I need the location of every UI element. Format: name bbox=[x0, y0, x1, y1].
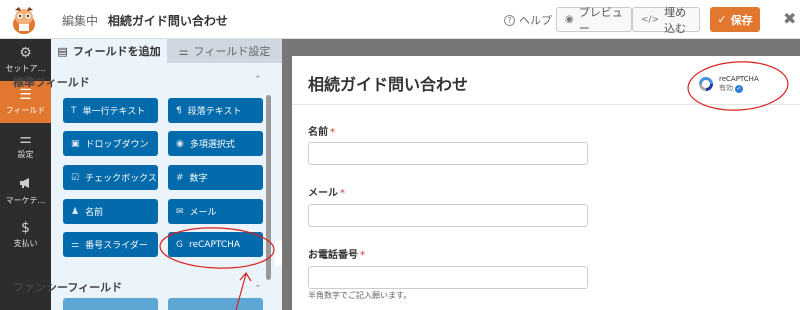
fancy-fields-heading[interactable]: ファンシーフィールド bbox=[13, 279, 122, 295]
field-button-numbers[interactable]: # 数字 bbox=[168, 165, 263, 190]
nav-label: フィールド bbox=[5, 106, 46, 115]
checkmark-icon: ✓ bbox=[735, 84, 743, 93]
embed-button[interactable]: </> 埋め込む bbox=[632, 6, 700, 35]
hash-icon: # bbox=[176, 172, 184, 183]
recaptcha-label: reCAPTCHA bbox=[719, 75, 759, 83]
paragraph-icon: ¶ bbox=[176, 105, 182, 116]
top-bar: 編集中 相続ガイド問い合わせ ? ヘルプ ◉ プレビュー </> 埋め込む ✓ … bbox=[0, 0, 800, 39]
label-text: 名前 bbox=[308, 127, 328, 138]
standard-fields-heading[interactable]: 標準フィールド bbox=[13, 74, 90, 90]
tab-add-fields[interactable]: ▤ フィールドを追加 bbox=[51, 39, 167, 63]
recaptcha-icon bbox=[699, 77, 713, 91]
fancy-field-button[interactable] bbox=[168, 298, 263, 310]
field-label-email[interactable]: メール * bbox=[308, 184, 345, 199]
tab-label: フィールド設定 bbox=[193, 45, 271, 58]
recaptcha-status: 有効 ✓ bbox=[719, 84, 759, 93]
label-text: メール bbox=[308, 188, 338, 199]
field-label: 段落テキスト bbox=[187, 107, 242, 117]
field-button-single-line-text[interactable]: T 単一行テキスト bbox=[63, 98, 158, 123]
phone-description: 半角数字でご記入願います。 bbox=[308, 291, 412, 300]
google-icon: G bbox=[176, 239, 183, 250]
dropdown-icon: ▣ bbox=[71, 138, 80, 149]
phone-input[interactable] bbox=[308, 266, 588, 289]
required-marker: * bbox=[340, 188, 345, 199]
title-divider bbox=[292, 104, 800, 105]
required-marker: * bbox=[330, 127, 335, 138]
field-label: 名前 bbox=[85, 208, 104, 218]
nav-item-settings[interactable]: ⚌ 設定 bbox=[0, 125, 51, 167]
preview-button[interactable]: ◉ プレビュー bbox=[556, 6, 632, 35]
field-button-recaptcha[interactable]: G reCAPTCHA bbox=[168, 232, 263, 257]
preview-label: プレビュー bbox=[578, 5, 623, 35]
field-button-multiple-choice[interactable]: ◉ 多項選択式 bbox=[168, 131, 263, 156]
field-label-phone[interactable]: お電話番号 * bbox=[308, 246, 365, 261]
field-button-name[interactable]: ♟ 名前 bbox=[63, 199, 158, 224]
sliders-icon: ⚌ bbox=[178, 44, 189, 58]
tab-label: フィールドを追加 bbox=[72, 45, 161, 58]
wpforms-logo-icon bbox=[13, 7, 35, 34]
radio-icon: ◉ bbox=[176, 138, 184, 149]
required-marker: * bbox=[360, 250, 365, 261]
text-icon: T bbox=[71, 105, 77, 116]
email-input[interactable] bbox=[308, 204, 588, 227]
save-label: 保存 bbox=[730, 13, 753, 27]
eye-icon: ◉ bbox=[565, 14, 574, 25]
field-button-dropdown[interactable]: ▣ ドロップダウン bbox=[63, 131, 158, 156]
list-icon: ▤ bbox=[57, 44, 68, 58]
dollar-icon: $ bbox=[21, 220, 30, 236]
nav-label: マーケテ… bbox=[5, 195, 46, 205]
nav-item-payments[interactable]: $ 支払い bbox=[0, 214, 51, 256]
field-label: ドロップダウン bbox=[85, 140, 149, 150]
preview-form-title: 相続ガイド問い合わせ bbox=[308, 75, 469, 94]
nav-item-marketing[interactable]: マーケテ… bbox=[0, 170, 51, 212]
help-link[interactable]: ? ヘルプ bbox=[504, 12, 552, 28]
slider-icon: ⚌ bbox=[71, 239, 80, 250]
fancy-field-button[interactable] bbox=[63, 298, 158, 310]
field-button-checkboxes[interactable]: ☑ チェックボックス bbox=[63, 165, 158, 190]
form-name: 相続ガイド問い合わせ bbox=[107, 14, 228, 28]
nav-label: 支払い bbox=[13, 239, 38, 248]
user-icon: ♟ bbox=[71, 206, 80, 217]
nav-label: セットア… bbox=[5, 64, 46, 73]
chevron-down-icon[interactable]: ⌄ bbox=[254, 280, 262, 290]
recaptcha-badge[interactable]: reCAPTCHA 有効 ✓ bbox=[697, 72, 759, 96]
label-text: お電話番号 bbox=[308, 250, 358, 261]
panel-tabs: ▤ フィールドを追加 ⚌ フィールド設定 bbox=[51, 39, 282, 63]
field-button-paragraph-text[interactable]: ¶ 段落テキスト bbox=[168, 98, 263, 123]
panel-scrollbar[interactable] bbox=[266, 95, 271, 280]
field-label: チェックボックス bbox=[85, 174, 157, 184]
tab-field-options[interactable]: ⚌ フィールド設定 bbox=[167, 39, 282, 63]
envelope-icon: ✉ bbox=[176, 206, 184, 217]
field-label: 多項選択式 bbox=[189, 140, 235, 150]
recaptcha-status-label: 有効 bbox=[719, 84, 733, 92]
field-label: reCAPTCHA bbox=[188, 239, 241, 250]
embed-label: 埋め込む bbox=[664, 5, 687, 35]
close-icon[interactable]: ✖ bbox=[783, 9, 796, 28]
megaphone-icon bbox=[19, 177, 33, 192]
nav-label: 設定 bbox=[17, 150, 34, 159]
field-label: 数字 bbox=[189, 174, 208, 184]
checkbox-icon: ☑ bbox=[71, 172, 80, 183]
question-icon: ? bbox=[504, 14, 515, 26]
sliders-icon: ⚌ bbox=[19, 131, 32, 147]
save-button[interactable]: ✓ 保存 bbox=[710, 7, 760, 32]
chevron-up-icon[interactable]: ⌃ bbox=[254, 75, 262, 85]
help-label: ヘルプ bbox=[519, 14, 552, 27]
code-icon: </> bbox=[641, 14, 660, 25]
recaptcha-text: reCAPTCHA 有効 ✓ bbox=[719, 75, 759, 93]
field-button-email[interactable]: ✉ メール bbox=[168, 199, 263, 224]
gear-icon: ⚙ bbox=[19, 45, 32, 61]
field-button-number-slider[interactable]: ⚌ 番号スライダー bbox=[63, 232, 158, 257]
field-label: 単一行テキスト bbox=[82, 107, 146, 117]
field-label: 番号スライダー bbox=[85, 241, 148, 251]
editing-label: 編集中 bbox=[62, 14, 99, 28]
editing-heading: 編集中 相続ガイド問い合わせ bbox=[62, 12, 228, 29]
field-label: メール bbox=[189, 208, 217, 218]
fields-icon: ☰ bbox=[19, 87, 32, 103]
checkmark-icon: ✓ bbox=[717, 13, 727, 26]
field-label-name[interactable]: 名前 * bbox=[308, 123, 335, 138]
name-input[interactable] bbox=[308, 142, 588, 165]
